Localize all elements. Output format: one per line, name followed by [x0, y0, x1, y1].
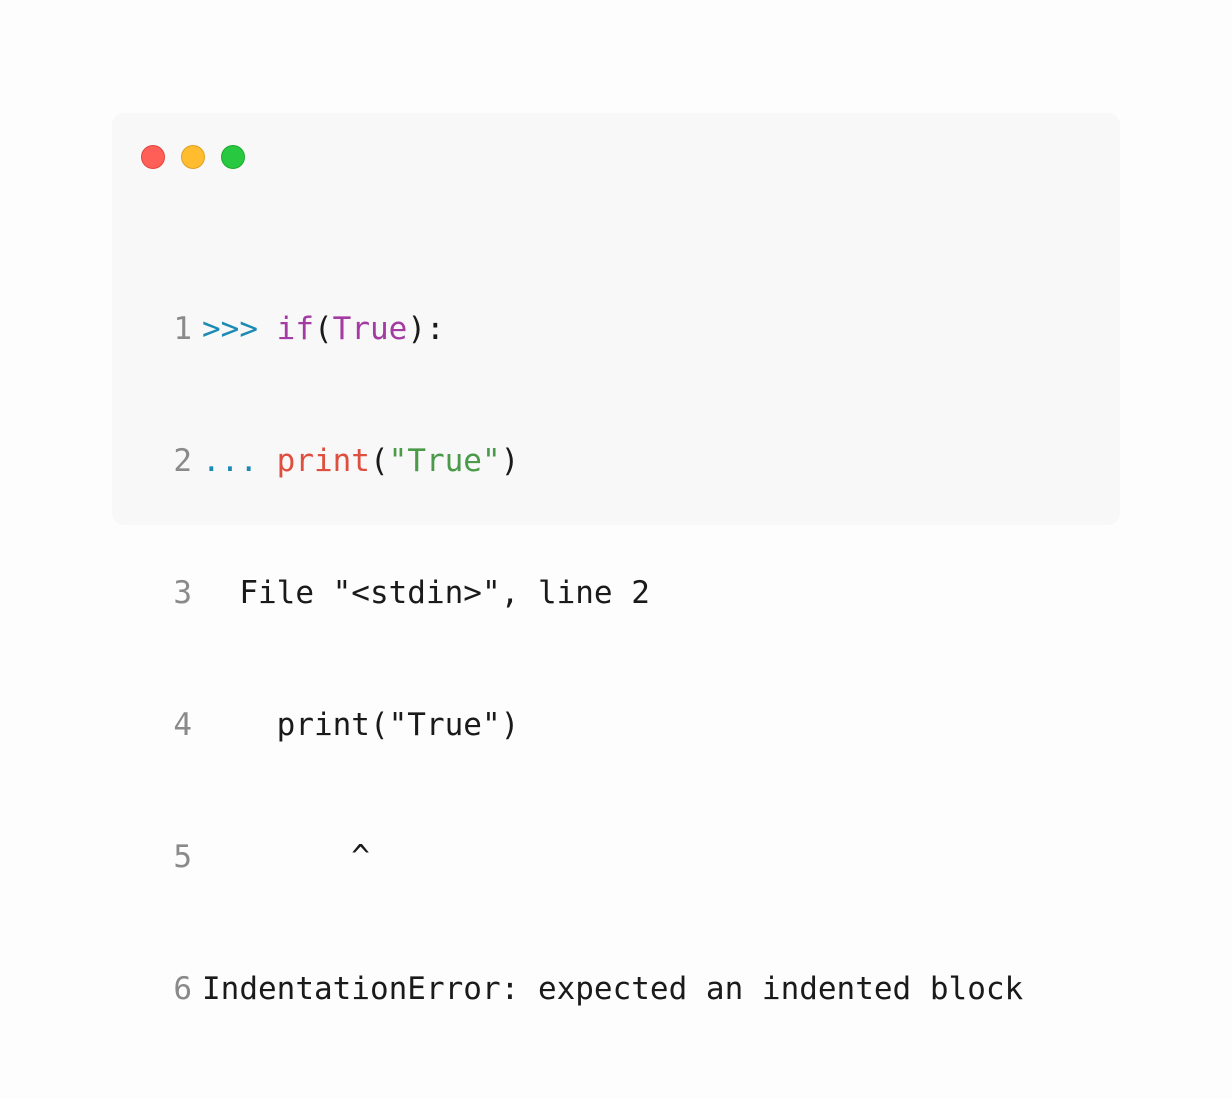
code-line: 6 IndentationError: expected an indented …: [160, 967, 1023, 1011]
line-number: 4: [173, 707, 192, 743]
code-token: True: [332, 311, 408, 347]
code-line: 4 print("True"): [160, 703, 1023, 747]
minimize-dot-icon[interactable]: [181, 145, 205, 169]
code-block: 1 >>> if(True): 2... print("True") 3 File…: [160, 219, 1023, 1099]
line-number: 5: [173, 839, 192, 875]
line-number: 2: [173, 443, 192, 479]
close-dot-icon[interactable]: [141, 145, 165, 169]
code-token: if: [276, 311, 314, 347]
code-token: (: [313, 311, 333, 347]
line-number: 3: [173, 575, 192, 611]
code-line: 2... print("True"): [160, 439, 1023, 483]
code-token: "True": [388, 443, 501, 479]
code-token: ...: [202, 443, 277, 479]
code-token: print: [276, 443, 370, 479]
code-token: print("True"): [202, 707, 520, 743]
code-token: >>>: [202, 311, 277, 347]
code-token: IndentationError: expected an indented b…: [202, 971, 1024, 1007]
code-line: 5 ^: [160, 835, 1023, 879]
code-token: ):: [407, 311, 445, 347]
zoom-dot-icon[interactable]: [221, 145, 245, 169]
code-line: 3 File "<stdin>", line 2: [160, 571, 1023, 615]
code-line: 1 >>> if(True):: [160, 307, 1023, 351]
code-token: (: [369, 443, 389, 479]
line-number: 6: [173, 971, 192, 1007]
code-window: 1 >>> if(True): 2... print("True") 3 File…: [112, 113, 1120, 1007]
code-token: ): [500, 443, 520, 479]
code-token: ^: [202, 839, 370, 875]
line-number: 1: [173, 311, 192, 347]
code-token: File "<stdin>", line 2: [202, 575, 650, 611]
